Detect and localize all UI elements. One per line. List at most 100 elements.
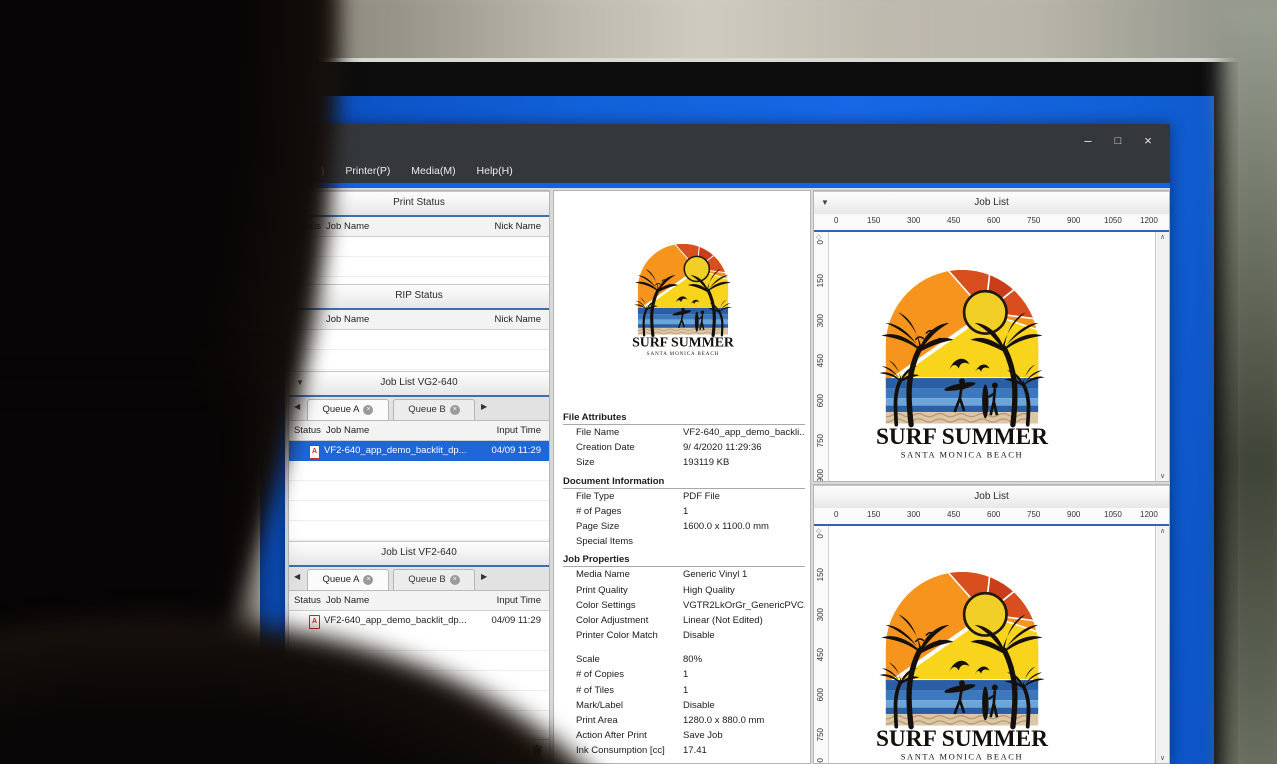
tab-close-icon[interactable]: ×: [450, 405, 460, 415]
detail-row: Printer Color MatchDisable: [563, 628, 805, 643]
col-job-name: Job Name: [326, 421, 369, 440]
preview-panel-a: ▼ Job List 0 150 300 450 600 750 900 105…: [813, 190, 1170, 482]
job-input-time: 04/09 11:29: [492, 611, 541, 631]
detail-value: VGTR2LkOrGr_GenericPVC...: [683, 598, 805, 613]
vertical-scrollbar[interactable]: ∧ ∨: [1155, 526, 1169, 763]
preview-a-title: Job List: [974, 197, 1008, 208]
job-name: VF2-640_app_demo_backlit_dp...: [324, 611, 467, 631]
close-button[interactable]: ×: [1138, 134, 1158, 148]
job-preview-thumbnail: [620, 225, 746, 358]
detail-row: Media NameGeneric Vinyl 1: [563, 567, 805, 582]
tab-queue-b[interactable]: Queue B ×: [393, 399, 475, 420]
detail-value: 17.41: [683, 743, 805, 758]
detail-row: Print Area1280.0 x 880.0 mm: [563, 713, 805, 728]
rip-status-columns: Job Name Nick Name: [289, 310, 549, 330]
detail-value: High Quality: [683, 583, 805, 598]
section-file-attributes: File Attributes: [563, 410, 805, 425]
rip-status-list[interactable]: [289, 330, 549, 371]
col-job-name: Job Name: [326, 591, 369, 610]
ruler-tick: 600: [987, 510, 1000, 519]
detail-label: Special Items: [576, 534, 633, 549]
detail-value: Save Job: [683, 728, 805, 743]
collapse-icon[interactable]: ▼: [821, 192, 829, 213]
tab-close-icon[interactable]: ×: [450, 575, 460, 585]
tab-close-icon[interactable]: ×: [363, 575, 373, 585]
detail-label: Page Size: [576, 519, 619, 534]
tab-queue-a[interactable]: Queue A×: [307, 569, 389, 590]
detail-value: 1: [683, 667, 805, 682]
job-details: File Attributes File NameVF2-640_app_dem…: [563, 407, 805, 759]
job-details-panel: File Attributes File NameVF2-640_app_dem…: [553, 190, 811, 764]
ruler-tick: 150: [867, 510, 880, 519]
print-status-list[interactable]: [289, 237, 549, 284]
scroll-down-icon[interactable]: ∨: [1156, 754, 1169, 762]
detail-value: Generic Vinyl 1: [683, 567, 805, 582]
vertical-ruler: ◇ 0 150 300 450 600 750 900: [814, 526, 829, 763]
rip-status-header[interactable]: RIP Status: [289, 284, 549, 310]
vertical-ruler: ◇ 0 150 300 450 600 750 900: [814, 232, 829, 481]
job-list-vg2-header[interactable]: ▼ Job List VG2-640: [289, 371, 549, 397]
vf2-job-row[interactable]: A VF2-640_app_demo_backlit_dp... 04/09 1…: [289, 611, 549, 631]
detail-value: VF2-640_app_demo_backli...: [683, 425, 805, 440]
vg2-tab-bar: ◀ Queue A× Queue B× ▶: [289, 397, 549, 421]
tab-next-icon[interactable]: ▶: [481, 572, 487, 581]
detail-value: Linear (Not Edited): [683, 613, 805, 628]
menu-item-help[interactable]: Help(H): [477, 160, 513, 183]
col-status: Status: [294, 591, 321, 610]
detail-row: File TypePDF File: [563, 489, 805, 504]
minimize-button[interactable]: –: [1078, 134, 1098, 148]
preview-b-canvas[interactable]: ◇ 0 150 300 450 600 750 900: [814, 526, 1156, 763]
pdf-icon: A: [309, 615, 320, 629]
ruler-tick: 450: [947, 510, 960, 519]
vertical-scrollbar[interactable]: ∧ ∨: [1155, 232, 1169, 481]
ruler-tick: 0: [816, 534, 825, 538]
maximize-button[interactable]: □: [1108, 134, 1128, 148]
vg2-job-row[interactable]: A VF2-640_app_demo_backlit_dp... 04/09 1…: [289, 441, 549, 461]
ruler-tick: 150: [816, 274, 825, 287]
title-bar: – □ ×: [285, 124, 1170, 160]
scroll-up-icon[interactable]: ∧: [1156, 233, 1169, 241]
tab-next-icon[interactable]: ▶: [481, 402, 487, 411]
tab-queue-a[interactable]: Queue A×: [307, 399, 389, 420]
ruler-tick: 450: [816, 648, 825, 661]
ruler-tick: 300: [816, 314, 825, 327]
ruler-tick: 1050: [1104, 510, 1122, 519]
tab-queue-a-label: Queue A: [323, 404, 360, 415]
print-status-title: Print Status: [393, 197, 445, 208]
ruler-tick: 300: [907, 216, 920, 225]
detail-row: Print Quality High Quality: [563, 583, 805, 598]
ruler-tick: 750: [1027, 510, 1040, 519]
section-document-information: Document Information: [563, 474, 805, 489]
vg2-job-list[interactable]: [289, 461, 549, 539]
tab-queue-b[interactable]: Queue B×: [393, 569, 475, 590]
detail-value: 1280.0 x 880.0 mm: [683, 713, 805, 728]
menu-item-printer[interactable]: Printer(P): [345, 160, 390, 183]
job-list-vf2-header[interactable]: Job List VF2-640: [289, 541, 549, 567]
detail-label: Color Settings: [576, 598, 636, 613]
detail-label: Print Quality: [576, 583, 628, 598]
detail-row: Creation Date9/ 4/2020 11:29:36: [563, 440, 805, 455]
tab-prev-icon[interactable]: ◀: [294, 572, 300, 581]
col-input-time: Input Time: [497, 421, 541, 440]
vg2-columns: Status Job Name Input Time: [289, 421, 549, 441]
detail-value: 1: [683, 504, 805, 519]
detail-row: Scale80%: [563, 652, 805, 667]
ruler-tick: 900: [1067, 510, 1080, 519]
tab-close-icon[interactable]: ×: [363, 405, 373, 415]
detail-label: # of Tiles: [576, 683, 614, 698]
detail-row: Page Size1600.0 x 1100.0 mm: [563, 519, 805, 534]
detail-label: Color Adjustment: [576, 613, 648, 628]
tab-queue-b-label: Queue B: [408, 404, 446, 415]
ruler-tick: 750: [1027, 216, 1040, 225]
job-list-vg2-title: Job List VG2-640: [380, 377, 457, 388]
scroll-up-icon[interactable]: ∧: [1156, 527, 1169, 535]
ruler-tick: 900: [816, 469, 825, 482]
menu-item-media[interactable]: Media(M): [411, 160, 455, 183]
preview-a-canvas[interactable]: ◇ 0 150 300 450 600 750 900: [814, 232, 1156, 481]
scroll-down-icon[interactable]: ∨: [1156, 472, 1169, 480]
detail-value: 193119 KB: [683, 455, 805, 470]
detail-row: # of Pages1: [563, 504, 805, 519]
vf2-columns: Status Job Name Input Time: [289, 591, 549, 611]
detail-label: Scale: [576, 652, 600, 667]
ruler-tick: 450: [816, 354, 825, 367]
